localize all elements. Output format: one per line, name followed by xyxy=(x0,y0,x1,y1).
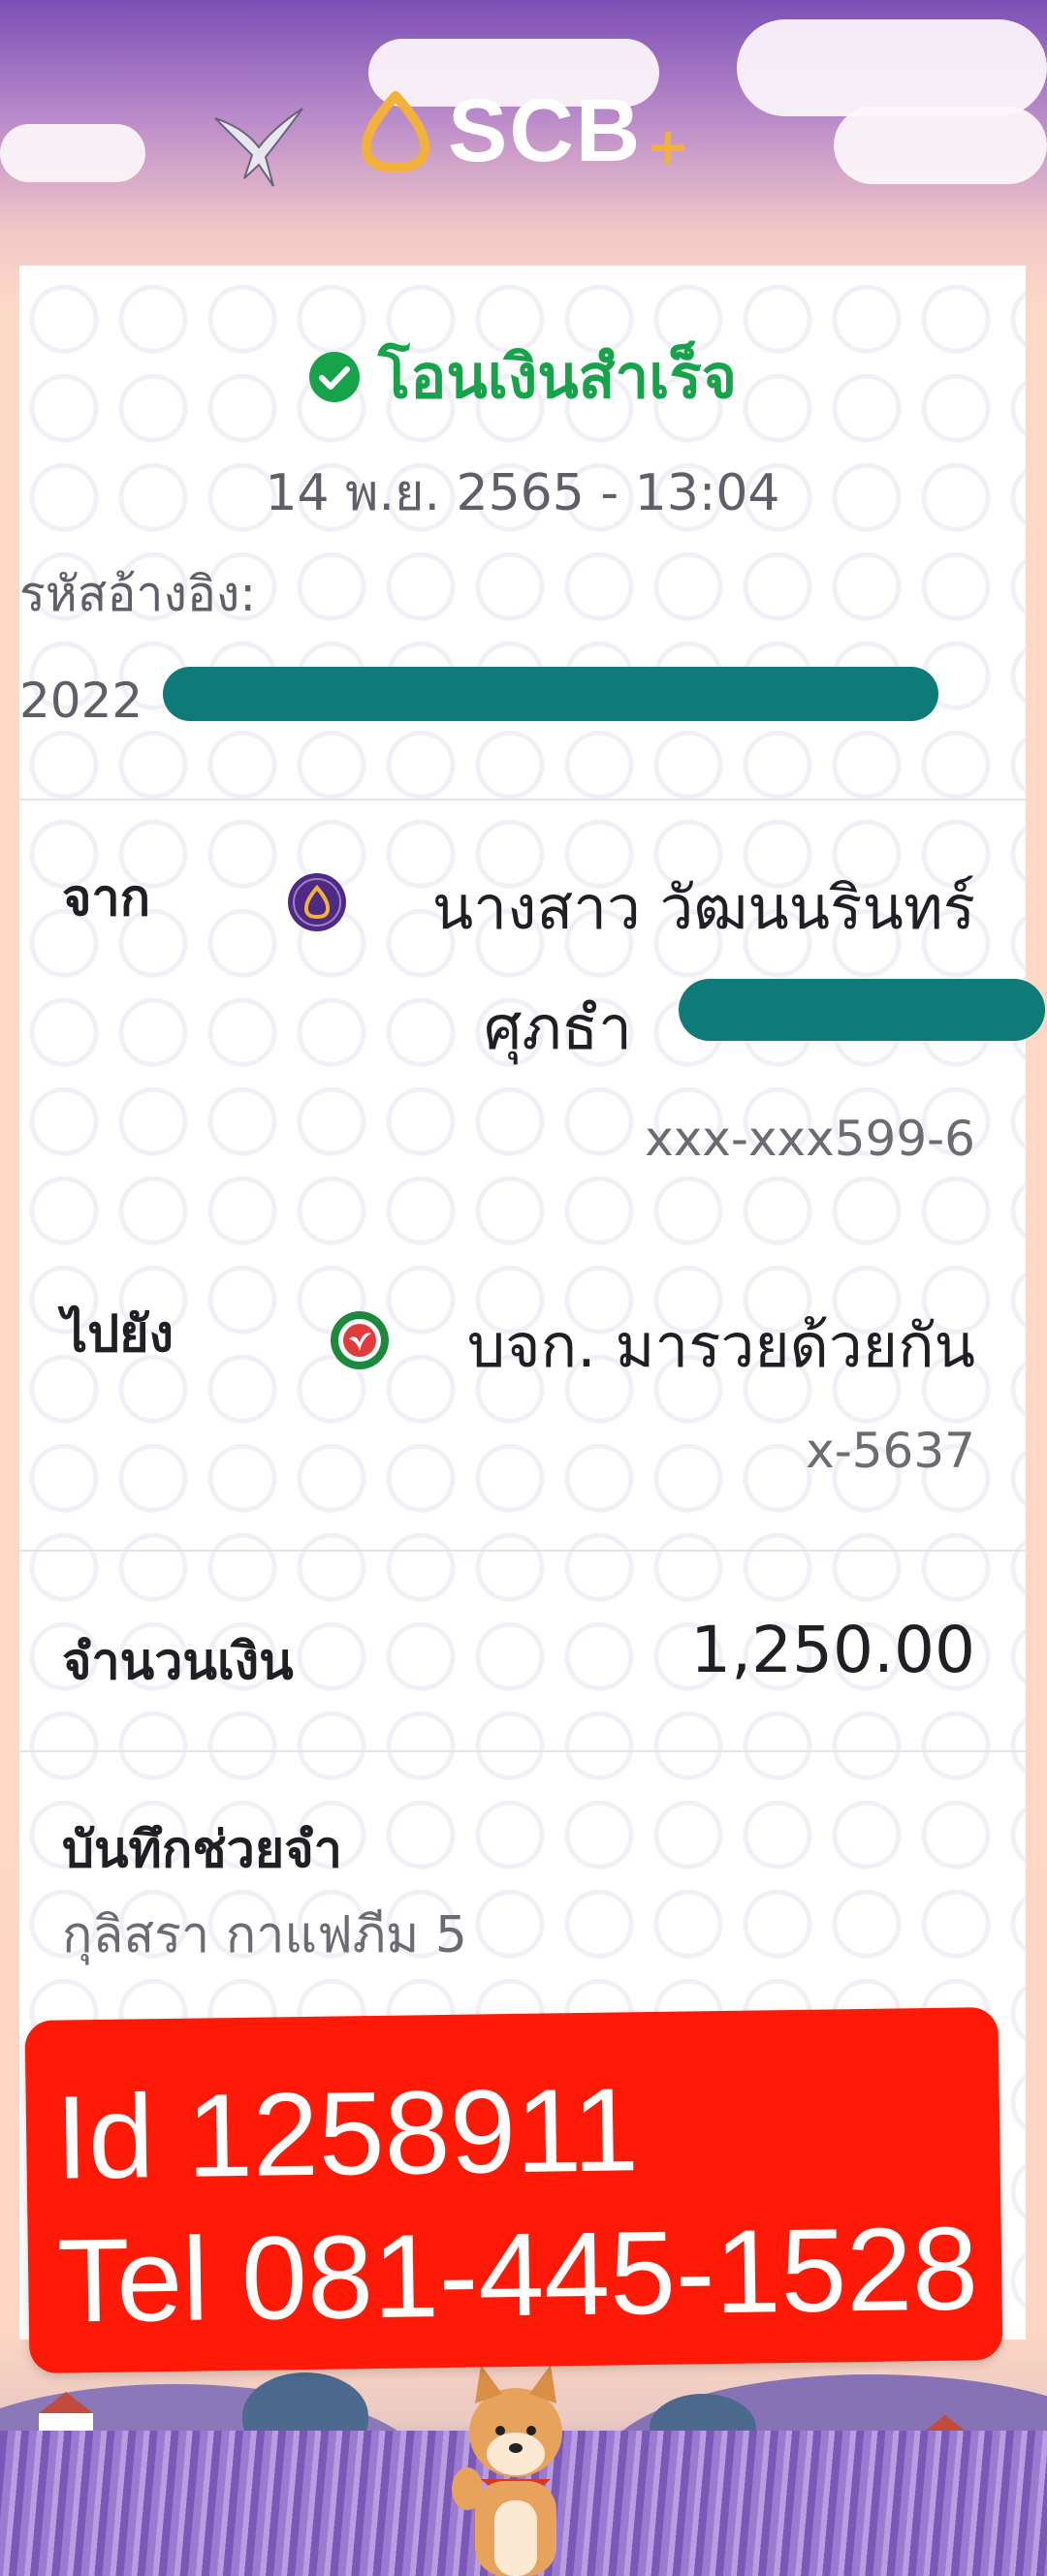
sender-account: xxx-xxx599-6 xyxy=(645,1111,975,1167)
cloud xyxy=(0,124,145,182)
bird-icon xyxy=(214,108,303,187)
overlay-tel-text: Tel 081-445-1528 xyxy=(56,2202,979,2347)
contact-overlay: Id 1258911 Tel 081-445-1528 xyxy=(24,2007,1003,2373)
divider xyxy=(19,1550,1026,1552)
sender-name-line2: ศุภธำ xyxy=(484,992,632,1063)
from-label: จาก xyxy=(62,869,151,927)
scb-logo-icon xyxy=(361,90,430,172)
kbank-bank-icon xyxy=(331,1311,389,1369)
to-label: ไปยัง xyxy=(62,1305,174,1364)
amount-value: 1,250.00 xyxy=(690,1613,975,1687)
status-text: โอนเงินสำเร็จ xyxy=(377,341,738,412)
scb-bank-icon xyxy=(288,873,346,931)
cloud xyxy=(834,107,1047,184)
scb-logo: SCB + xyxy=(357,83,690,177)
header: SCB + xyxy=(0,0,1047,252)
recipient-account: x-5637 xyxy=(806,1423,975,1479)
brand-plus: + xyxy=(646,116,690,177)
redaction-mark xyxy=(163,667,938,721)
memo-label: บันทึกช่วยจำ xyxy=(62,1821,342,1879)
divider xyxy=(19,1750,1026,1752)
transaction-datetime: 14 พ.ย. 2565 - 13:04 xyxy=(265,464,780,522)
overlay-id-text: Id 1258911 xyxy=(54,2063,640,2204)
recipient-name: บจก. มารวยด้วยกัน xyxy=(466,1310,975,1381)
reference-value: 2022 xyxy=(19,673,143,729)
divider xyxy=(19,799,1026,801)
reference-label: รหัสอ้างอิง: xyxy=(19,566,257,622)
check-circle-icon xyxy=(308,352,360,402)
redaction-mark xyxy=(679,979,1045,1041)
memo-value: กุลิสรา กาแฟภีม 5 xyxy=(62,1906,467,1964)
shiba-dog-icon xyxy=(452,2365,562,2576)
amount-label: จำนวนเงิน xyxy=(62,1633,294,1691)
cloud xyxy=(737,19,1047,116)
transfer-status: โอนเงินสำเร็จ xyxy=(19,330,1026,424)
house-roof xyxy=(39,2392,93,2413)
sender-name-line1: นางสาว วัฒนนรินทร์ xyxy=(431,872,975,943)
brand-name: SCB xyxy=(448,80,643,180)
